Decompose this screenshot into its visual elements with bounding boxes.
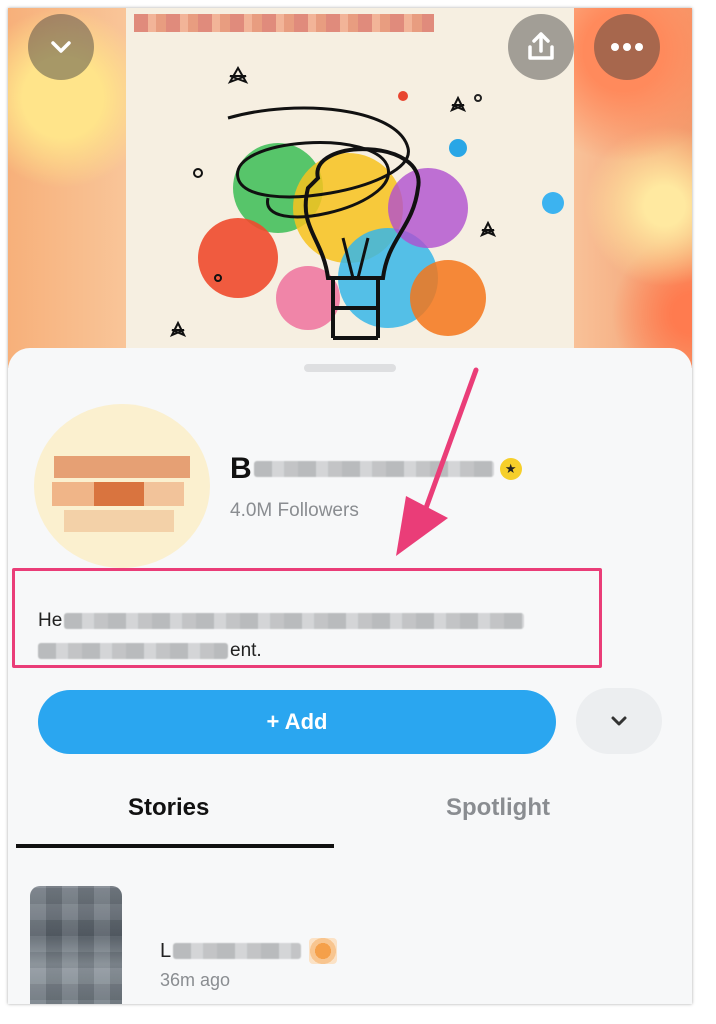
chevron-down-icon: [611, 716, 627, 726]
poster-title-blurred: [134, 14, 434, 32]
bio-line-2: ent.: [38, 640, 262, 662]
more-horizontal-icon: [611, 43, 643, 51]
sheet-grabber[interactable]: [304, 364, 396, 372]
story-timestamp: 36m ago: [160, 970, 231, 990]
more-actions-button[interactable]: [576, 688, 662, 754]
star-badge-icon: ★: [499, 458, 522, 480]
story-thumbnail[interactable]: [30, 886, 122, 1004]
bio-text-end: ent.: [230, 640, 262, 661]
story-title-text: L: [160, 939, 172, 962]
profile-name-text: B: [230, 452, 252, 485]
active-tab-indicator: [16, 844, 334, 848]
chevron-down-icon: [51, 41, 71, 53]
bio-blurred: [38, 643, 228, 659]
lightbulb-illustration: [169, 65, 564, 340]
more-options-button[interactable]: [594, 14, 660, 80]
story-title[interactable]: L: [160, 938, 338, 964]
tab-spotlight[interactable]: Spotlight: [446, 794, 550, 822]
add-button-label: + Add: [266, 709, 328, 734]
add-friend-button[interactable]: + Add: [38, 690, 556, 754]
profile-sheet: B ★ 4.0M Followers He ent. + Add Stories…: [8, 348, 692, 1004]
app-frame: B ★ 4.0M Followers He ent. + Add Stories…: [8, 8, 692, 1004]
story-title-blurred: [173, 943, 302, 959]
collapse-button[interactable]: [28, 14, 94, 80]
tab-stories[interactable]: Stories: [128, 794, 209, 822]
profile-name-blurred: [253, 461, 494, 477]
profile-header-image: [8, 8, 692, 368]
share-upload-icon: [528, 32, 554, 60]
bio-blurred: [64, 613, 525, 629]
bio-line-1: He: [38, 610, 525, 632]
bio-text-start: He: [38, 610, 63, 631]
avatar[interactable]: [34, 404, 210, 568]
profile-name: B ★: [230, 452, 522, 486]
share-button[interactable]: [508, 14, 574, 80]
emoji-icon: [309, 938, 338, 964]
followers-count: 4.0M Followers: [230, 500, 359, 521]
